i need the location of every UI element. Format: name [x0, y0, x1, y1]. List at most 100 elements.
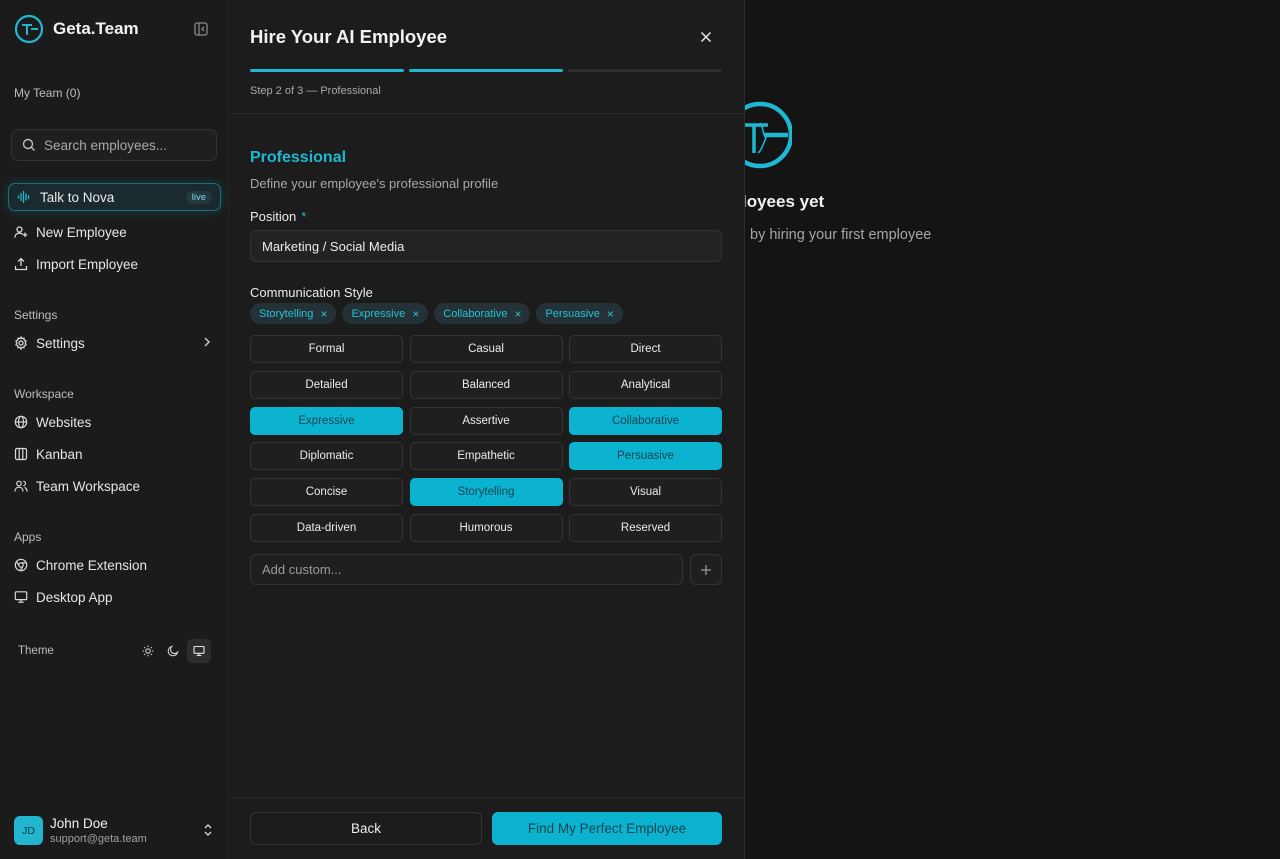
- user-email: support@geta.team: [50, 833, 147, 845]
- user-name: John Doe: [50, 816, 108, 831]
- geta-logo-icon: [14, 14, 44, 44]
- progress-segment: [409, 69, 563, 72]
- progress-segment: [250, 69, 404, 72]
- style-option-visual[interactable]: Visual: [569, 478, 722, 507]
- search-icon: [22, 138, 35, 151]
- chip-label: Collaborative: [443, 307, 508, 320]
- desktop-app-label: Desktop App: [36, 589, 113, 605]
- theme-label: Theme: [18, 645, 54, 657]
- theme-system-button[interactable]: [187, 639, 211, 663]
- style-option-concise[interactable]: Concise: [250, 478, 403, 507]
- chrome-extension-label: Chrome Extension: [36, 557, 148, 573]
- style-option-direct[interactable]: Direct: [569, 335, 722, 363]
- import-employee-label: Import Employee: [36, 256, 139, 272]
- communication-style-label: Communication Style: [250, 285, 373, 300]
- style-option-analytical[interactable]: Analytical: [569, 370, 722, 399]
- communication-style-options: Formal Casual Direct Detailed Balanced Analyt…: [250, 335, 722, 542]
- kanban-label: Kanban: [36, 446, 83, 462]
- sidebar: Geta.Team My Team (0) Talk to Nova live: [0, 0, 229, 859]
- kanban-icon: [14, 447, 28, 461]
- position-label-text: Position: [250, 209, 297, 224]
- search-input[interactable]: [44, 137, 204, 153]
- sidebar-item-chrome-extension[interactable]: Chrome Extension: [14, 554, 214, 576]
- close-icon: [700, 31, 712, 43]
- sidebar-item-kanban[interactable]: Kanban: [14, 443, 214, 465]
- style-option-casual[interactable]: Casual: [409, 335, 563, 363]
- empty-state-title: loyees yet: [742, 192, 825, 211]
- moon-icon: [167, 645, 179, 657]
- monitor-icon: [14, 591, 28, 603]
- gear-icon: [15, 336, 27, 350]
- style-option-persuasive[interactable]: Persuasive: [569, 442, 722, 471]
- required-mark: *: [301, 209, 307, 224]
- nova-label: Talk to Nova: [40, 189, 115, 205]
- settings-label: Settings: [36, 335, 85, 351]
- theme-switcher: Theme: [18, 639, 212, 663]
- style-chip: Expressive ×: [342, 303, 429, 324]
- chevron-right-icon: [204, 337, 210, 347]
- import-employee-button[interactable]: Import Employee: [14, 253, 214, 275]
- websites-label: Websites: [36, 414, 92, 430]
- new-employee-button[interactable]: New Employee: [14, 221, 214, 243]
- step-progress: [250, 69, 722, 73]
- my-team-label: My Team (0): [14, 86, 81, 100]
- style-option-reserved[interactable]: Reserved: [569, 513, 722, 542]
- style-option-collaborative[interactable]: Collaborative: [569, 406, 722, 435]
- chip-remove-icon[interactable]: ×: [514, 307, 521, 321]
- footer-divider: [229, 797, 744, 798]
- style-option-expressive[interactable]: Expressive: [250, 406, 403, 435]
- sidebar-item-websites[interactable]: Websites: [14, 411, 214, 433]
- add-custom-button[interactable]: [690, 554, 722, 585]
- custom-style-input[interactable]: [250, 554, 683, 585]
- style-option-diplomatic[interactable]: Diplomatic: [250, 442, 403, 471]
- style-option-storytelling[interactable]: Storytelling: [409, 478, 563, 507]
- talk-to-nova-button[interactable]: Talk to Nova live: [8, 183, 221, 211]
- header-divider: [229, 113, 744, 114]
- theme-light-button[interactable]: [136, 639, 160, 663]
- position-label: Position *: [250, 209, 306, 224]
- audio-wave-icon: [17, 190, 30, 204]
- chip-label: Expressive: [351, 307, 406, 320]
- sidebar-item-desktop-app[interactable]: Desktop App: [14, 586, 214, 608]
- globe-icon: [14, 415, 28, 429]
- sun-icon: [142, 645, 154, 657]
- theme-dark-button[interactable]: [161, 639, 185, 663]
- style-option-empathetic[interactable]: Empathetic: [409, 442, 563, 471]
- style-option-assertive[interactable]: Assertive: [409, 406, 563, 435]
- back-button[interactable]: Back: [250, 812, 482, 845]
- style-option-formal[interactable]: Formal: [250, 335, 403, 363]
- selected-style-chips: Storytelling × Expressive × Collaborative × Pe…: [250, 303, 623, 324]
- style-option-detailed[interactable]: Detailed: [250, 370, 403, 399]
- style-chip: Storytelling ×: [250, 303, 337, 324]
- style-option-humorous[interactable]: Humorous: [409, 513, 563, 542]
- style-option-balanced[interactable]: Balanced: [409, 370, 563, 399]
- user-menu[interactable]: JD John Doe support@geta.team: [14, 814, 214, 846]
- workspace-section-label: Workspace: [14, 387, 74, 401]
- empty-state-subtitle: by hiring your first employee: [750, 227, 932, 243]
- modal-title: Hire Your AI Employee: [250, 26, 448, 47]
- sidebar-item-team-workspace[interactable]: Team Workspace: [14, 475, 214, 497]
- chip-remove-icon[interactable]: ×: [607, 307, 614, 321]
- brand-name: Geta.Team: [53, 19, 139, 38]
- hire-employee-modal: Hire Your AI Employee Step 2 of 3 — Prof…: [229, 0, 745, 859]
- chrome-icon: [14, 558, 28, 572]
- chip-label: Persuasive: [545, 307, 600, 320]
- close-button[interactable]: [697, 28, 715, 46]
- position-input[interactable]: [250, 230, 722, 262]
- find-employee-button[interactable]: Find My Perfect Employee: [492, 812, 722, 845]
- section-description: Define your employee's professional prof…: [250, 176, 499, 191]
- chip-remove-icon[interactable]: ×: [320, 307, 327, 321]
- step-label: Step 2 of 3 — Professional: [250, 85, 381, 97]
- sidebar-collapse-icon[interactable]: [193, 21, 209, 37]
- style-chip: Persuasive ×: [536, 303, 623, 324]
- settings-section-label: Settings: [14, 308, 58, 322]
- style-option-data-driven[interactable]: Data-driven: [250, 513, 403, 542]
- user-plus-icon: [14, 226, 28, 238]
- brand-logo-row[interactable]: Geta.Team: [14, 14, 214, 44]
- progress-segment: [568, 69, 722, 72]
- chip-remove-icon[interactable]: ×: [412, 307, 419, 321]
- upload-icon: [14, 257, 28, 271]
- search-box[interactable]: [11, 129, 217, 161]
- live-badge: live: [185, 191, 212, 204]
- sidebar-item-settings[interactable]: Settings: [14, 332, 214, 354]
